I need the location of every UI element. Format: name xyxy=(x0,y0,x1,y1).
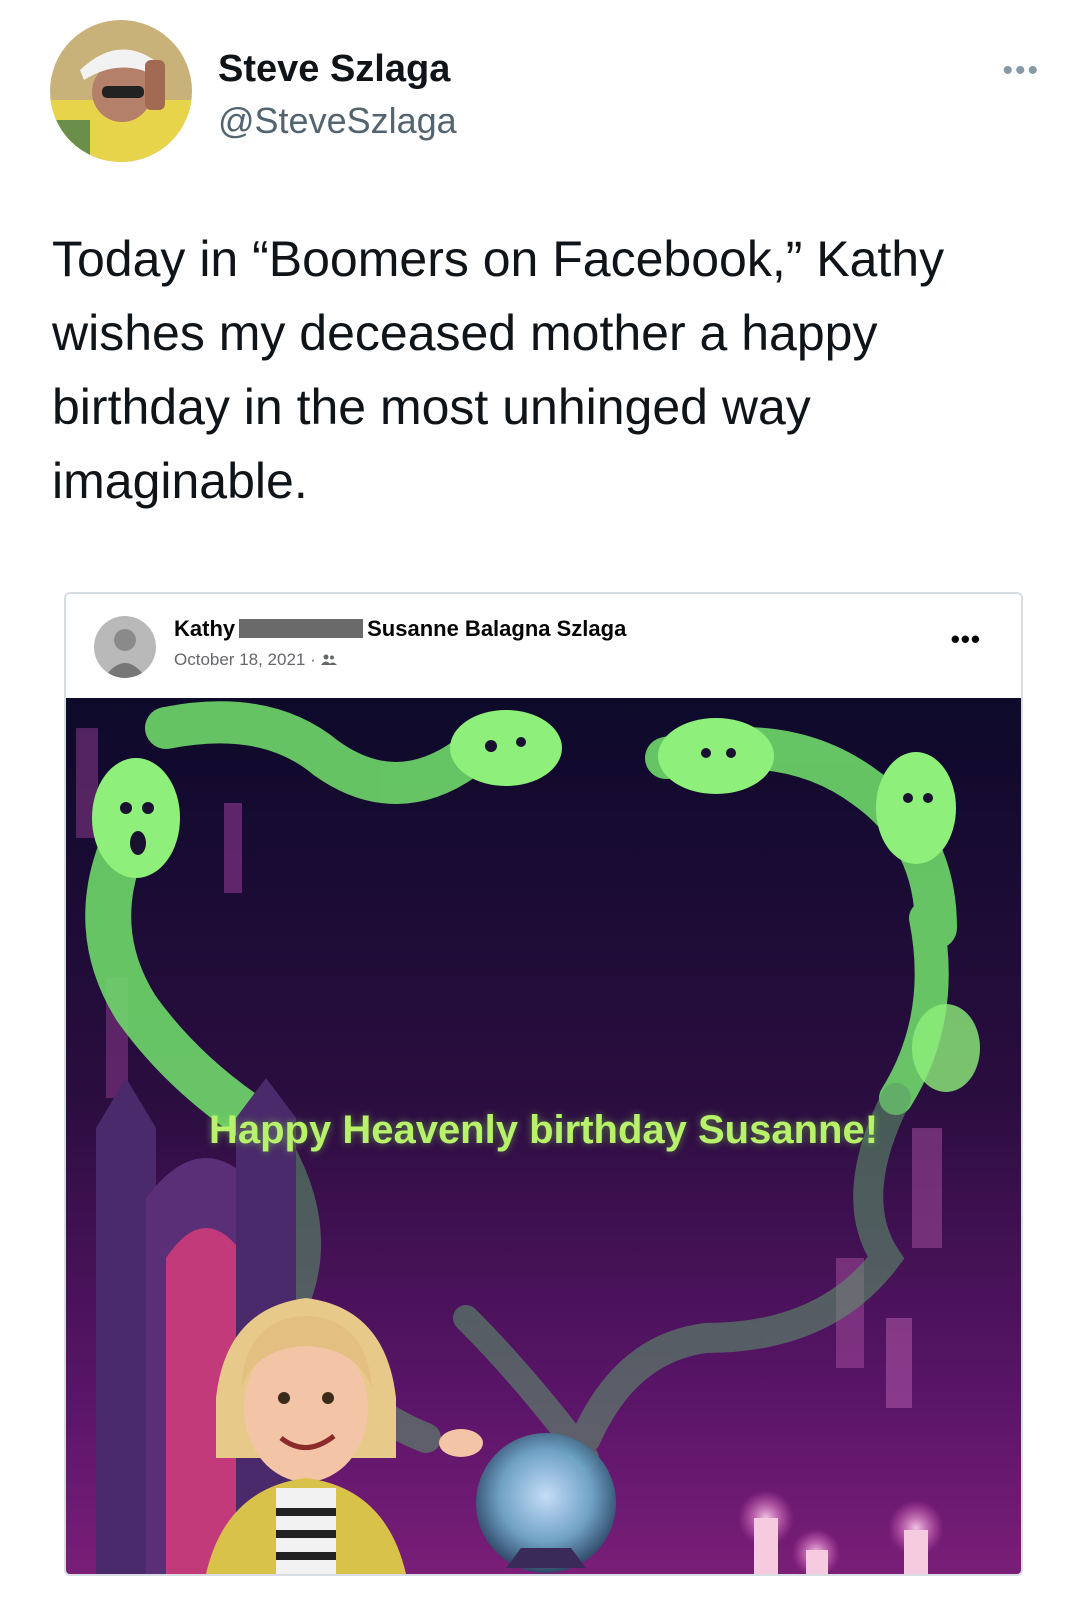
author-avatar-image xyxy=(94,616,156,678)
crystal-ball xyxy=(476,1433,616,1573)
birthday-card-image: Happy Heavenly birthday Susanne! xyxy=(66,698,1021,1574)
meta-separator: · xyxy=(310,650,316,669)
tagged-name[interactable]: Susanne Balagna Szlaga xyxy=(367,616,626,641)
avatar-image xyxy=(50,20,192,162)
author-name[interactable]: Kathy xyxy=(174,616,235,641)
more-horizontal-icon[interactable]: ••• xyxy=(951,624,981,655)
redacted-bar xyxy=(239,619,364,638)
facebook-post-header: Kathy Susanne Balagna Szlaga October 18, … xyxy=(66,594,1021,699)
tweet-text: Today in “Boomers on Facebook,” Kathy wi… xyxy=(52,231,945,509)
display-name[interactable]: Steve Szlaga xyxy=(218,48,450,91)
more-horizontal-icon[interactable]: ••• xyxy=(1002,54,1040,88)
facebook-author-avatar[interactable] xyxy=(94,616,156,678)
tweet-header: Steve Szlaga @SteveSzlaga ••• xyxy=(50,20,1040,170)
user-handle[interactable]: @SteveSzlaga xyxy=(218,100,457,142)
post-date[interactable]: October 18, 2021 xyxy=(174,650,305,669)
facebook-post-meta: October 18, 2021 · xyxy=(174,650,337,670)
friends-icon xyxy=(320,650,337,669)
embedded-facebook-screenshot: Kathy Susanne Balagna Szlaga October 18, … xyxy=(64,592,1023,1576)
profile-avatar[interactable] xyxy=(50,20,192,162)
facebook-post-title: Kathy Susanne Balagna Szlaga xyxy=(174,616,626,642)
birthday-caption: Happy Heavenly birthday Susanne! xyxy=(208,1108,879,1152)
